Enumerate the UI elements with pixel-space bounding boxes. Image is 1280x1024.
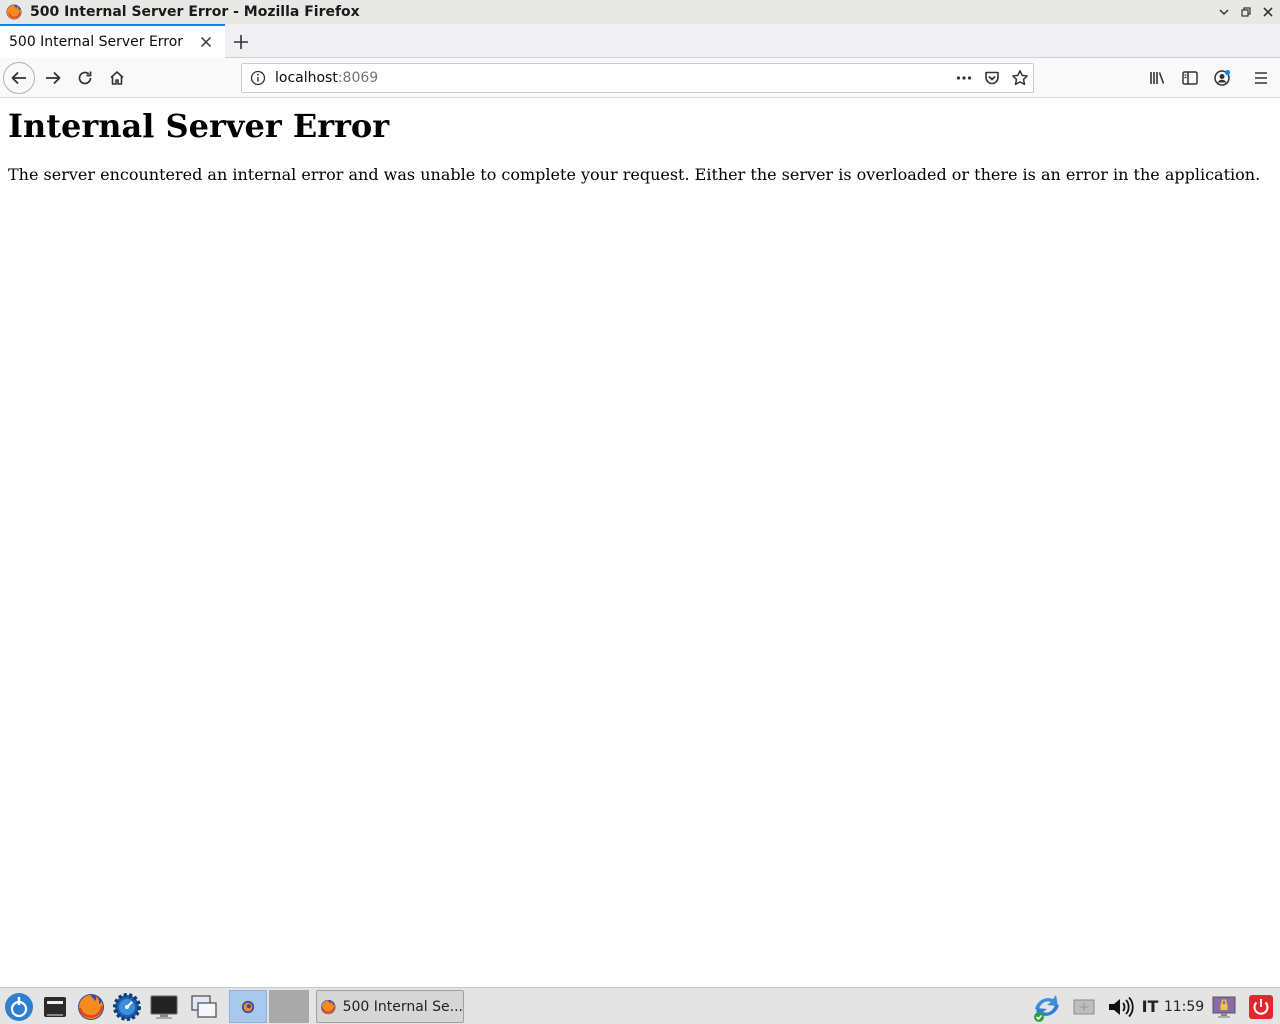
star-icon[interactable] [1011,69,1029,87]
terminal-icon[interactable] [38,990,72,1023]
monitor-icon[interactable] [147,990,181,1023]
window-title: 500 Internal Server Error - Mozilla Fire… [30,4,360,20]
error-message: The server encountered an internal error… [8,165,1261,184]
address-bar[interactable]: localhost:8069 [241,63,1034,93]
close-icon[interactable] [1260,4,1276,20]
url-host: localhost [275,70,338,86]
tab-title: 500 Internal Server Error [9,34,184,50]
info-icon[interactable] [250,70,266,86]
forward-arrow-icon[interactable] [37,62,69,94]
workspace-1[interactable] [229,990,267,1023]
firefox-icon[interactable] [74,990,108,1023]
home-icon[interactable] [101,62,133,94]
taskbar-task-label: 500 Internal Se... [342,998,463,1015]
restore-icon[interactable] [1238,4,1254,20]
back-arrow-icon[interactable] [3,62,35,94]
keyboard-layout-label: IT [1141,997,1159,1016]
update-icon[interactable] [1030,990,1064,1023]
workspace-2[interactable] [269,990,309,1023]
library-icon[interactable] [1149,69,1167,87]
more-icon[interactable] [955,69,973,87]
power-icon[interactable] [1246,990,1276,1023]
windows-icon[interactable] [187,990,221,1023]
volume-icon[interactable] [1104,990,1136,1023]
sidebar-icon[interactable] [1181,69,1199,87]
plus-icon[interactable] [230,31,252,53]
clock-label: 11:59 [1163,998,1205,1015]
pocket-icon[interactable] [983,69,1001,87]
network-icon[interactable] [1070,990,1098,1023]
tab-strip: 500 Internal Server Error [0,24,1280,58]
clock[interactable]: 11:59 [1164,990,1204,1023]
tab-close-icon[interactable] [197,33,215,51]
start-menu-icon[interactable] [2,990,36,1023]
window-titlebar: 500 Internal Server Error - Mozilla Fire… [0,0,1280,24]
account-icon[interactable] [1213,69,1231,87]
page-heading: Internal Server Error [8,107,390,145]
reload-icon[interactable] [69,62,101,94]
lock-screen-icon[interactable] [1208,990,1240,1023]
navigation-toolbar: localhost:8069 [0,58,1280,98]
taskbar-task-firefox[interactable]: 500 Internal Se... [316,990,464,1023]
firefox-icon [321,999,336,1014]
tab-active[interactable]: 500 Internal Server Error [0,24,225,58]
menu-icon[interactable] [1252,69,1270,87]
keyboard-layout[interactable]: IT [1138,990,1162,1023]
settings-icon[interactable] [110,990,144,1023]
url-port: :8069 [337,70,379,86]
taskbar: 500 Internal Se... IT 11:59 [0,987,1280,1024]
firefox-icon [241,1000,255,1013]
chevron-down-icon[interactable] [1216,4,1232,20]
firefox-icon [6,4,22,20]
page-content: Internal Server Error The server encount… [0,99,1280,987]
